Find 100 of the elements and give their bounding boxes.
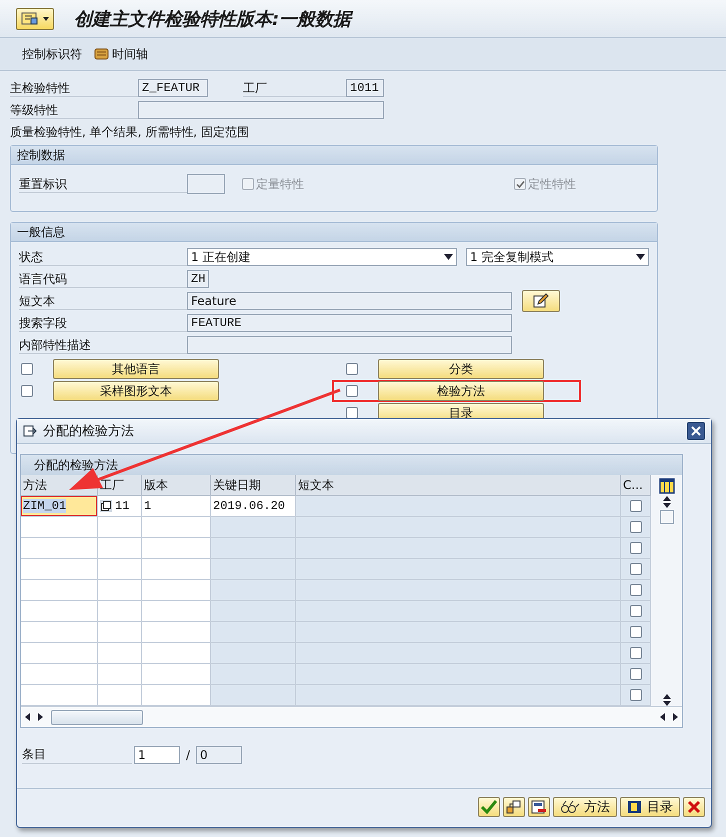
cancel-button[interactable] (683, 797, 705, 817)
language-field[interactable]: ZH (187, 270, 209, 288)
toolbar-button[interactable]: 控制标识符 (20, 44, 84, 64)
version-cell[interactable] (142, 622, 211, 643)
column-header[interactable]: 关键日期 (211, 475, 296, 496)
plant-cell[interactable] (98, 517, 142, 538)
version-cell[interactable] (142, 664, 211, 685)
scroll-up-icon[interactable] (662, 694, 670, 699)
method-cell[interactable] (21, 622, 98, 643)
status-dropdown[interactable]: 1 正在创建 (187, 248, 457, 266)
plant-cell[interactable] (98, 664, 142, 685)
version-cell[interactable] (142, 685, 211, 706)
method-cell[interactable] (21, 643, 98, 664)
version-cell[interactable]: 1 (142, 496, 211, 517)
checkbox[interactable] (21, 385, 33, 397)
plant-field[interactable]: 1011 (346, 79, 384, 97)
plant-cell[interactable] (98, 643, 142, 664)
close-icon (687, 800, 701, 814)
checkbox[interactable] (630, 542, 642, 554)
checkbox[interactable] (630, 668, 642, 680)
checkbox[interactable] (630, 521, 642, 533)
checkbox[interactable] (630, 689, 642, 701)
version-cell[interactable] (142, 580, 211, 601)
version-cell[interactable] (142, 538, 211, 559)
checkbox[interactable] (346, 385, 358, 397)
scroll-right-icon[interactable] (38, 713, 43, 721)
copy-mode-dropdown[interactable]: 1 完全复制模式 (466, 248, 649, 266)
toolbar-button[interactable]: 时间轴 (92, 44, 150, 64)
checkbox[interactable] (630, 605, 642, 617)
version-cell[interactable] (142, 643, 211, 664)
plant-cell[interactable] (98, 559, 142, 580)
scroll-left-icon[interactable] (25, 713, 30, 721)
checkbox[interactable] (346, 407, 358, 419)
scroll-right-icon[interactable] (673, 713, 678, 721)
timeline-icon (94, 47, 110, 61)
hierarchy-icon (506, 800, 522, 814)
plant-cell[interactable] (98, 580, 142, 601)
field-label: 语言代码 (19, 270, 187, 288)
catalog-button[interactable]: 目录 (620, 797, 680, 817)
method-cell[interactable] (21, 559, 98, 580)
entry-label: 条目 (22, 746, 132, 764)
internal-description-field[interactable] (187, 336, 512, 354)
method-cell[interactable] (21, 538, 98, 559)
checkbox[interactable] (630, 500, 642, 512)
short-text-field[interactable]: Feature (187, 292, 512, 310)
save-button[interactable] (528, 797, 550, 817)
characteristic-field[interactable]: Z_FEATUR (138, 79, 208, 97)
separator-text: / (185, 748, 192, 762)
close-button[interactable] (687, 422, 705, 440)
scroll-thumb[interactable] (660, 510, 674, 524)
plant-cell[interactable]: 11 (98, 496, 142, 517)
checkbox-label: 定量特性 (256, 176, 304, 192)
dialog-icon (23, 425, 37, 437)
function-button[interactable]: 采样图形文本 (53, 381, 219, 401)
version-cell[interactable] (142, 517, 211, 538)
close-icon (691, 426, 701, 436)
hierarchy-button[interactable] (503, 797, 525, 817)
entry-field[interactable]: 1 (134, 746, 180, 764)
plant-cell[interactable] (98, 601, 142, 622)
checkbox[interactable] (630, 563, 642, 575)
method-cell[interactable]: ZIM_01 (21, 496, 98, 517)
checkbox[interactable] (346, 363, 358, 375)
dropdown-arrow-icon (444, 254, 453, 260)
menu-button[interactable] (16, 8, 54, 30)
function-button[interactable]: 检验方法 (378, 381, 544, 401)
reset-field[interactable] (187, 174, 225, 194)
version-cell[interactable] (142, 559, 211, 580)
copy-icon[interactable] (100, 500, 112, 512)
function-button[interactable]: 其他语言 (53, 359, 219, 379)
column-header[interactable]: C... (621, 475, 651, 496)
plant-cell[interactable] (98, 538, 142, 559)
table-title: 分配的检验方法 (21, 455, 682, 475)
plant-cell[interactable] (98, 622, 142, 643)
column-header[interactable]: 短文本 (296, 475, 621, 496)
method-cell[interactable] (21, 517, 98, 538)
checkbox[interactable] (21, 363, 33, 375)
scroll-left-icon[interactable] (660, 713, 665, 721)
checkbox[interactable] (630, 647, 642, 659)
class-field[interactable] (138, 101, 384, 119)
function-button[interactable]: 分类 (378, 359, 544, 379)
catalog-icon (627, 800, 643, 814)
plant-cell[interactable] (98, 685, 142, 706)
method-button[interactable]: 方法 (553, 797, 617, 817)
checkbox[interactable] (630, 626, 642, 638)
method-cell[interactable] (21, 664, 98, 685)
scroll-up-icon[interactable] (662, 496, 670, 501)
confirm-button[interactable] (478, 797, 500, 817)
window-title: 创建主文件检验特性版本:一般数据 (74, 8, 352, 30)
scroll-down-icon[interactable] (662, 503, 670, 508)
column-header[interactable]: 版本 (142, 475, 211, 496)
field-label: 内部特性描述 (19, 336, 187, 354)
method-cell[interactable] (21, 580, 98, 601)
version-cell[interactable] (142, 601, 211, 622)
scroll-thumb[interactable] (51, 710, 143, 724)
search-term-field[interactable]: FEATURE (187, 314, 512, 332)
method-cell[interactable] (21, 601, 98, 622)
edit-button[interactable] (522, 290, 560, 312)
method-cell[interactable] (21, 685, 98, 706)
checkbox[interactable] (630, 584, 642, 596)
column-settings-icon[interactable] (658, 478, 674, 494)
